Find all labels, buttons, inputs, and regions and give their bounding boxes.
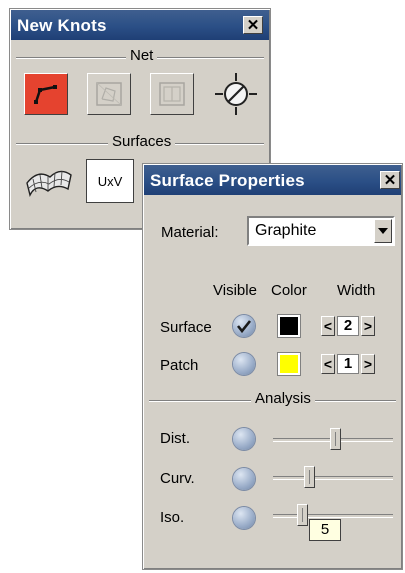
chevron-down-icon (378, 228, 388, 234)
surface-mesh-icon (26, 170, 72, 198)
curve-tool-button[interactable] (24, 73, 68, 115)
patch-color-swatch[interactable] (277, 352, 301, 376)
curv-toggle[interactable] (233, 468, 255, 490)
patch-row-label: Patch (160, 357, 199, 374)
surface-width-decrement[interactable]: < (321, 316, 335, 336)
surface-width-increment[interactable]: > (361, 316, 375, 336)
net-grid-icon (96, 82, 122, 106)
net-frame-icon (159, 82, 185, 106)
analysis-section-label: Analysis (251, 390, 315, 407)
dist-slider-thumb[interactable] (330, 428, 341, 450)
material-label: Material: (161, 224, 219, 241)
surface-mesh-tool[interactable] (24, 161, 74, 201)
dist-toggle[interactable] (233, 428, 255, 450)
curve-tool-icon (34, 85, 57, 104)
iso-toggle[interactable] (233, 507, 255, 529)
uxv-button[interactable]: UxV (86, 159, 134, 203)
patch-width-increment[interactable]: > (361, 354, 375, 374)
patch-width-value[interactable]: 1 (337, 354, 359, 374)
surface-width-stepper[interactable]: < 2 > (321, 316, 377, 336)
curv-slider-thumb[interactable] (304, 466, 315, 488)
close-icon: ✕ (246, 16, 260, 34)
check-icon (236, 320, 252, 334)
col-visible-label: Visible (213, 282, 257, 299)
material-dropdown-button[interactable] (374, 219, 392, 243)
surface-properties-panel: Surface Properties ✕ Material: Graphite … (142, 163, 403, 570)
net-grid-button[interactable] (87, 73, 131, 115)
surfaces-section-label: Surfaces (108, 133, 176, 150)
new-knots-title: New Knots (17, 16, 107, 35)
material-select[interactable]: Graphite (247, 216, 395, 246)
target-tool[interactable] (213, 71, 259, 117)
surface-properties-close-button[interactable]: ✕ (380, 171, 400, 189)
net-frame-button[interactable] (150, 73, 194, 115)
close-icon: ✕ (383, 171, 397, 189)
col-width-label: Width (337, 282, 376, 299)
material-value: Graphite (255, 222, 317, 239)
new-knots-close-button[interactable]: ✕ (243, 16, 263, 34)
col-color-label: Color (271, 282, 307, 299)
new-knots-titlebar[interactable]: New Knots ✕ (11, 10, 269, 40)
dist-label: Dist. (160, 430, 190, 447)
iso-slider-thumb[interactable] (297, 504, 308, 526)
surface-width-value[interactable]: 2 (337, 316, 359, 336)
surface-visible-toggle[interactable] (233, 315, 255, 337)
surface-properties-title: Surface Properties (150, 171, 305, 190)
uxv-icon: UxV (97, 173, 123, 189)
patch-width-stepper[interactable]: < 1 > (321, 354, 377, 374)
curv-label: Curv. (160, 470, 195, 487)
surface-properties-titlebar[interactable]: Surface Properties ✕ (144, 165, 401, 195)
patch-width-decrement[interactable]: < (321, 354, 335, 374)
curv-slider[interactable] (273, 466, 393, 488)
net-section-label: Net (126, 47, 158, 64)
target-icon (215, 73, 257, 115)
iso-value-tooltip: 5 (309, 519, 341, 541)
iso-label: Iso. (160, 509, 185, 526)
patch-visible-toggle[interactable] (233, 353, 255, 375)
curv-slider-track (273, 476, 393, 480)
dist-slider[interactable] (273, 428, 393, 450)
surface-color-swatch[interactable] (277, 314, 301, 338)
iso-slider-track (273, 514, 393, 518)
surface-row-label: Surface (160, 319, 212, 336)
